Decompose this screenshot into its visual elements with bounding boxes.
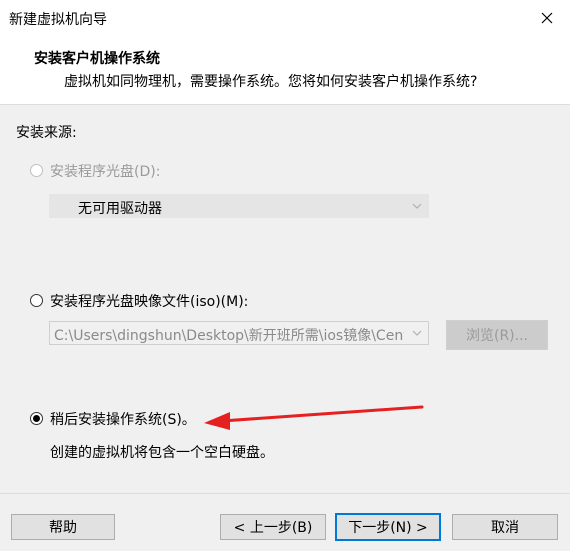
header-title: 安装客户机操作系统 bbox=[34, 51, 160, 67]
header-subtitle: 虚拟机如同物理机，需要操作系统。您将如何安装客户机操作系统? bbox=[64, 74, 478, 90]
close-icon bbox=[541, 12, 553, 24]
help-button[interactable]: 帮助 bbox=[11, 514, 115, 540]
install-later-radio[interactable] bbox=[30, 412, 43, 425]
wizard-body: 安装来源: 安装程序光盘(D): 无可用驱动器 安装程序光盘映像文件(iso)(… bbox=[0, 105, 570, 551]
install-source-label: 安装来源: bbox=[16, 125, 77, 141]
back-button[interactable]: < 上一步(B) bbox=[220, 514, 326, 540]
next-button[interactable]: 下一步(N) > bbox=[335, 513, 441, 541]
iso-path-value: C:\Users\dingshun\Desktop\新开班所需\ios镜像\Ce… bbox=[54, 328, 404, 344]
cancel-button[interactable]: 取消 bbox=[452, 514, 558, 540]
footer-divider bbox=[0, 493, 570, 494]
iso-path-combo[interactable]: C:\Users\dingshun\Desktop\新开班所需\ios镜像\Ce… bbox=[49, 321, 429, 345]
title-bar: 新建虚拟机向导 bbox=[0, 0, 570, 36]
install-later-option-label: 稍后安装操作系统(S)。 bbox=[50, 412, 196, 428]
wizard-header: 安装客户机操作系统 虚拟机如同物理机，需要操作系统。您将如何安装客户机操作系统? bbox=[0, 36, 570, 105]
install-later-description: 创建的虚拟机将包含一个空白硬盘。 bbox=[50, 445, 274, 461]
disc-drive-radio[interactable] bbox=[30, 164, 43, 177]
close-button[interactable] bbox=[524, 0, 570, 36]
iso-image-radio[interactable] bbox=[30, 294, 43, 307]
iso-image-option-label: 安装程序光盘映像文件(iso)(M): bbox=[50, 294, 249, 310]
chevron-down-icon bbox=[412, 330, 422, 336]
disc-drive-option-label: 安装程序光盘(D): bbox=[50, 164, 161, 180]
browse-button[interactable]: 浏览(R)... bbox=[446, 320, 548, 350]
drive-select-value: 无可用驱动器 bbox=[78, 201, 162, 217]
window-title: 新建虚拟机向导 bbox=[9, 12, 107, 28]
drive-select[interactable]: 无可用驱动器 bbox=[49, 194, 429, 218]
annotation-arrow-icon bbox=[204, 405, 424, 430]
chevron-down-icon bbox=[412, 203, 422, 209]
